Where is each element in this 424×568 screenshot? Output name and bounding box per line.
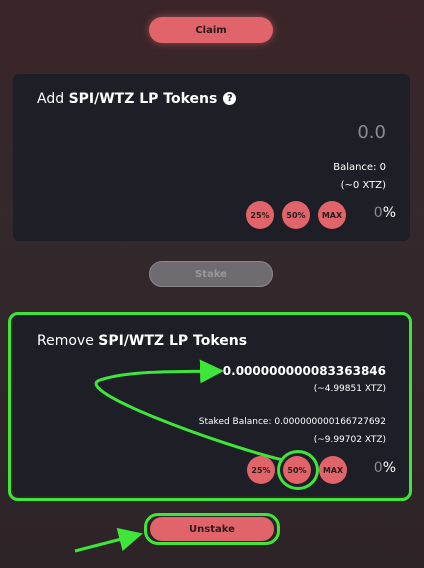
straight-arrow (74, 527, 143, 553)
remove-lp-tokens-card: Remove SPI/WTZ LP Tokens 0.0000000000833… (13, 314, 410, 496)
remove-percent-buttons: 25% 50% MAX (247, 456, 347, 484)
add-balance: Balance: 0 (333, 162, 386, 173)
stake-button[interactable]: Stake (149, 261, 273, 287)
add-50-percent-button[interactable]: 50% (282, 201, 310, 229)
add-percent-symbol: % (382, 205, 396, 221)
add-25-percent-button[interactable]: 25% (246, 201, 274, 229)
add-card-title: Add SPI/WTZ LP Tokens? (37, 91, 237, 107)
add-max-button[interactable]: MAX (318, 201, 346, 229)
unstake-button[interactable]: Unstake (150, 517, 274, 541)
add-title-prefix: Add (37, 91, 69, 107)
remove-title-token: SPI/WTZ LP Tokens (98, 333, 248, 349)
staked-balance-xtz: (~9.99702 XTZ) (313, 435, 386, 445)
staked-balance: Staked Balance: 0.000000000166727692 (198, 417, 386, 427)
add-title-token: SPI/WTZ LP Tokens (68, 91, 218, 107)
remove-title-prefix: Remove (37, 333, 99, 349)
remove-50-percent-button[interactable]: 50% (283, 456, 311, 484)
add-percent-value: 0 (373, 205, 383, 221)
remove-percent-display: 0% (374, 460, 396, 476)
add-lp-tokens-card: Add SPI/WTZ LP Tokens? 0.0 Balance: 0 (~… (13, 74, 410, 241)
remove-card-title: Remove SPI/WTZ LP Tokens (37, 333, 247, 349)
remove-amount-xtz: (~4.99851 XTZ) (313, 384, 386, 394)
help-icon[interactable]: ? (223, 92, 237, 105)
remove-max-button[interactable]: MAX (319, 456, 347, 484)
add-balance-xtz: (~0 XTZ) (340, 180, 386, 191)
remove-25-percent-button[interactable]: 25% (247, 456, 275, 484)
add-amount-input[interactable]: 0.0 (357, 122, 386, 143)
remove-percent-symbol: % (382, 460, 396, 476)
remove-percent-value: 0 (373, 460, 383, 476)
add-percent-display: 0% (374, 205, 396, 221)
remove-amount-input[interactable]: 0.000000000083363846 (223, 364, 386, 378)
claim-button[interactable]: Claim (149, 17, 273, 43)
add-percent-buttons: 25% 50% MAX (246, 201, 346, 229)
